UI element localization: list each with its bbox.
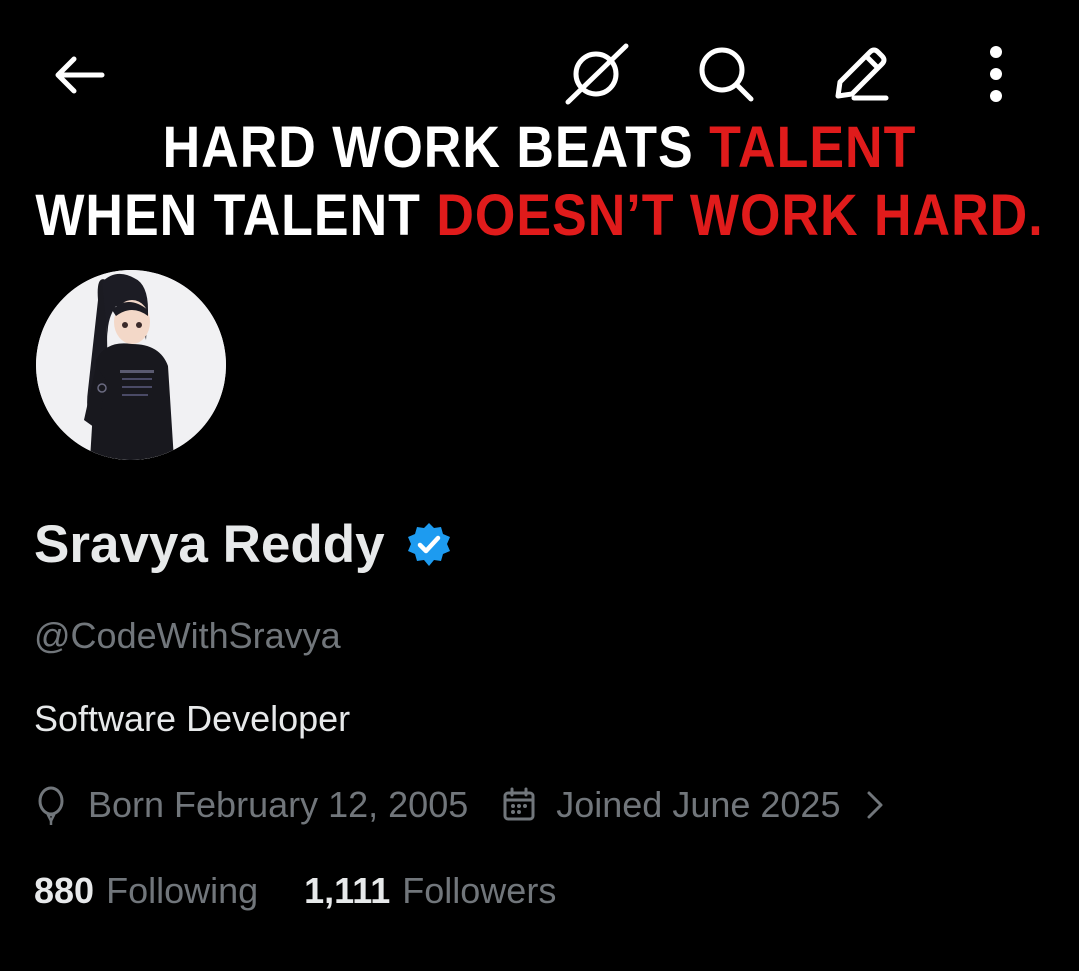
followers-link[interactable]: 1,111 Followers [304,870,556,912]
profile-join-date: Joined June 2025 [556,784,841,825]
profile-handle: @CodeWithSravya [34,615,341,656]
following-link[interactable]: 880 Following [34,870,258,912]
top-bar [0,0,1079,150]
search-button[interactable] [694,42,758,106]
verified-badge-icon[interactable] [405,521,453,569]
profile-name: Sravya Reddy [34,515,385,574]
search-icon [699,47,754,102]
avatar-illustration [36,270,226,460]
profile-name-row: Sravya Reddy [34,514,453,575]
edit-icon [835,47,889,101]
grok-icon [565,43,629,105]
calendar-icon [503,787,535,821]
following-label: Following [106,870,259,911]
more-vertical-icon [990,46,1002,102]
birthday-balloon-icon [38,786,64,825]
grok-button[interactable] [560,42,634,106]
profile-stats: 880 Following 1,111 Followers [34,870,556,912]
banner-quote-line-2: WHEN TALENT DOESN’T WORK HARD. [35,183,1044,249]
profile-meta-row[interactable]: Born February 12, 2005 Joined June 2025 [34,784,884,826]
profile-birthdate: Born February 12, 2005 [88,784,469,825]
followers-count: 1,111 [304,870,391,911]
back-button[interactable] [48,48,108,102]
edit-button[interactable] [828,42,892,106]
following-count: 880 [34,870,95,911]
avatar[interactable] [34,268,228,462]
chevron-right-icon [867,791,883,819]
back-arrow-icon [55,56,105,94]
followers-label: Followers [402,870,557,911]
more-options-button[interactable] [976,42,1016,106]
profile-bio: Software Developer [34,698,351,739]
